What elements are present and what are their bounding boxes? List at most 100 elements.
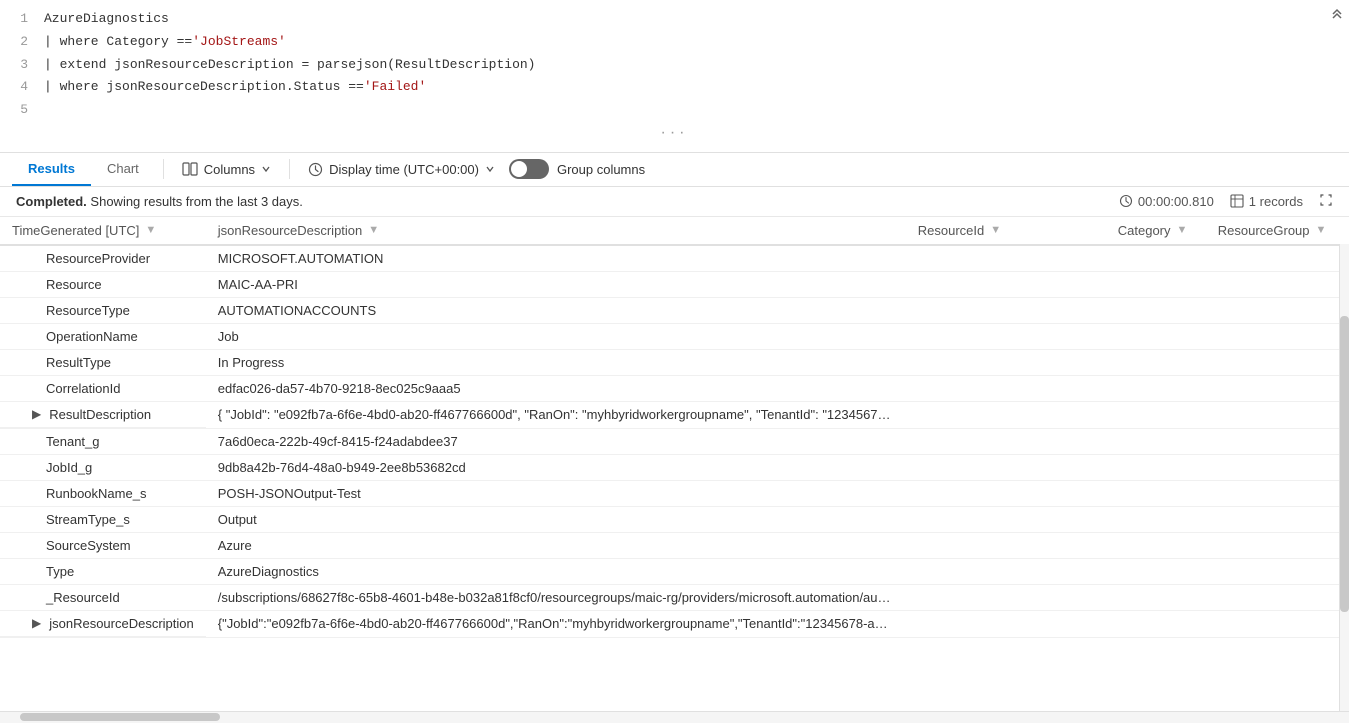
row-key: ▶ jsonResourceDescription <box>0 611 206 637</box>
scrollbar-thumb-h[interactable] <box>20 713 220 721</box>
status-right: 00:00:00.810 1 records <box>1119 193 1333 210</box>
line-number-2: 2 <box>0 32 28 53</box>
th-jsonresource[interactable]: jsonResourceDescription ▼ <box>206 217 906 245</box>
row-value: MAIC-AA-PRI <box>206 271 906 297</box>
line-number-3: 3 <box>0 55 28 76</box>
row-value: Job <box>206 323 906 349</box>
table-row: RunbookName_s POSH-JSONOutput-Test <box>0 480 1349 506</box>
row-key: JobId_g <box>0 454 206 480</box>
table-row: ResultType In Progress <box>0 349 1349 375</box>
tab-chart[interactable]: Chart <box>91 153 155 186</box>
editor-ellipsis: ··· <box>0 122 1349 144</box>
row-value: Azure <box>206 532 906 558</box>
row-value: Output <box>206 506 906 532</box>
columns-button[interactable]: Columns <box>172 157 281 181</box>
code-line-5: 5 <box>0 99 1349 122</box>
results-table: TimeGenerated [UTC] ▼ jsonResourceDescri… <box>0 217 1349 638</box>
chevron-down-icon-2 <box>485 164 495 174</box>
status-duration: 00:00:00.810 <box>1138 194 1214 209</box>
code-editor: 1 AzureDiagnostics 2 | where Category ==… <box>0 0 1349 153</box>
group-columns-label: Group columns <box>557 162 645 177</box>
table-row: ResourceType AUTOMATIONACCOUNTS <box>0 297 1349 323</box>
expand-row-button[interactable]: ▶ <box>28 407 45 421</box>
table-row: Type AzureDiagnostics <box>0 558 1349 584</box>
scrollbar-thumb[interactable] <box>1340 316 1349 612</box>
row-value: AUTOMATIONACCOUNTS <box>206 297 906 323</box>
th-subscri[interactable]: Subscri <box>1338 217 1349 245</box>
group-columns-toggle[interactable] <box>509 159 549 179</box>
duration-item: 00:00:00.810 <box>1119 194 1214 209</box>
row-value: 9db8a42b-76d4-48a0-b949-2ee8b53682cd <box>206 454 906 480</box>
table-row: ▶ ResultDescription { "JobId": "e092fb7a… <box>0 401 1349 428</box>
collapse-button[interactable] <box>1329 4 1345 25</box>
vertical-scrollbar[interactable] <box>1339 217 1349 711</box>
row-key: ▶ ResultDescription <box>0 402 206 428</box>
row-key: ResultType <box>0 349 206 375</box>
display-time-button[interactable]: Display time (UTC+00:00) <box>298 158 505 181</box>
status-records: 1 records <box>1249 194 1303 209</box>
row-key: ResourceProvider <box>0 245 206 272</box>
row-value: /subscriptions/68627f8c-65b8-4601-b48e-b… <box>206 584 906 610</box>
row-key: CorrelationId <box>0 375 206 401</box>
row-value: POSH-JSONOutput-Test <box>206 480 906 506</box>
row-key: ResourceType <box>0 297 206 323</box>
row-key: OperationName <box>0 323 206 349</box>
expand-results-button[interactable] <box>1319 193 1333 210</box>
row-value: edfac026-da57-4b70-9218-8ec025c9aaa5 <box>206 375 906 401</box>
table-row: Tenant_g 7a6d0eca-222b-49cf-8415-f24adab… <box>0 428 1349 454</box>
th-resourceid[interactable]: ResourceId ▼ <box>906 217 1106 245</box>
filter-icon-category[interactable]: ▼ <box>1177 224 1188 236</box>
th-resourcegroup[interactable]: ResourceGroup ▼ <box>1206 217 1339 245</box>
records-item: 1 records <box>1230 194 1303 209</box>
line-number-5: 5 <box>0 100 28 121</box>
table-row: SourceSystem Azure <box>0 532 1349 558</box>
row-key: RunbookName_s <box>0 480 206 506</box>
row-value: {"JobId":"e092fb7a-6f6e-4bd0-ab20-ff4677… <box>206 610 906 637</box>
filter-icon-resourceid[interactable]: ▼ <box>990 224 1001 236</box>
code-line-1: 1 AzureDiagnostics <box>0 8 1349 31</box>
chevron-down-icon <box>261 164 271 174</box>
table-icon <box>1230 194 1244 208</box>
horizontal-scrollbar[interactable] <box>0 711 1349 723</box>
filter-icon-timegenerated[interactable]: ▼ <box>145 224 156 236</box>
row-value: AzureDiagnostics <box>206 558 906 584</box>
line-number-4: 4 <box>0 77 28 98</box>
table-row: StreamType_s Output <box>0 506 1349 532</box>
line-number-1: 1 <box>0 9 28 30</box>
code-line-2: 2 | where Category == 'JobStreams' <box>0 31 1349 54</box>
table-row: ▶ jsonResourceDescription {"JobId":"e092… <box>0 610 1349 637</box>
table-row: Resource MAIC-AA-PRI <box>0 271 1349 297</box>
row-key: Tenant_g <box>0 428 206 454</box>
clock-icon <box>308 162 323 177</box>
row-value: 7a6d0eca-222b-49cf-8415-f24adabdee37 <box>206 428 906 454</box>
table-container: TimeGenerated [UTC] ▼ jsonResourceDescri… <box>0 217 1349 711</box>
tab-results[interactable]: Results <box>12 153 91 186</box>
table-header-row: TimeGenerated [UTC] ▼ jsonResourceDescri… <box>0 217 1349 245</box>
status-bar: Completed. Showing results from the last… <box>0 187 1349 217</box>
status-detail: Showing results from the last 3 days. <box>90 194 302 209</box>
row-key: SourceSystem <box>0 532 206 558</box>
group-columns-toggle-wrap: Group columns <box>509 159 645 179</box>
expand-icon <box>1319 193 1333 207</box>
expand-row-button-2[interactable]: ▶ <box>28 616 45 630</box>
filter-icon-resourcegroup[interactable]: ▼ <box>1316 224 1327 236</box>
tab-divider <box>163 159 164 179</box>
clock-icon-small <box>1119 194 1133 208</box>
filter-icon-jsonresource[interactable]: ▼ <box>368 224 379 236</box>
th-category[interactable]: Category ▼ <box>1106 217 1206 245</box>
th-timegenerated[interactable]: TimeGenerated [UTC] ▼ <box>0 217 206 245</box>
table-row: _ResourceId /subscriptions/68627f8c-65b8… <box>0 584 1349 610</box>
row-key: Resource <box>0 271 206 297</box>
table-row: ResourceProvider MICROSOFT.AUTOMATION <box>0 245 1349 272</box>
row-key: StreamType_s <box>0 506 206 532</box>
tabs-bar: Results Chart Columns Display time (UTC+… <box>0 153 1349 187</box>
row-key: Type <box>0 558 206 584</box>
row-value: { "JobId": "e092fb7a-6f6e-4bd0-ab20-ff46… <box>206 401 906 428</box>
table-row: CorrelationId edfac026-da57-4b70-9218-8e… <box>0 375 1349 401</box>
tab-divider-2 <box>289 159 290 179</box>
row-key: _ResourceId <box>0 584 206 610</box>
code-line-4: 4 | where jsonResourceDescription.Status… <box>0 76 1349 99</box>
status-message: Completed. Showing results from the last… <box>16 194 303 209</box>
table-row: OperationName Job <box>0 323 1349 349</box>
row-value: MICROSOFT.AUTOMATION <box>206 245 906 272</box>
